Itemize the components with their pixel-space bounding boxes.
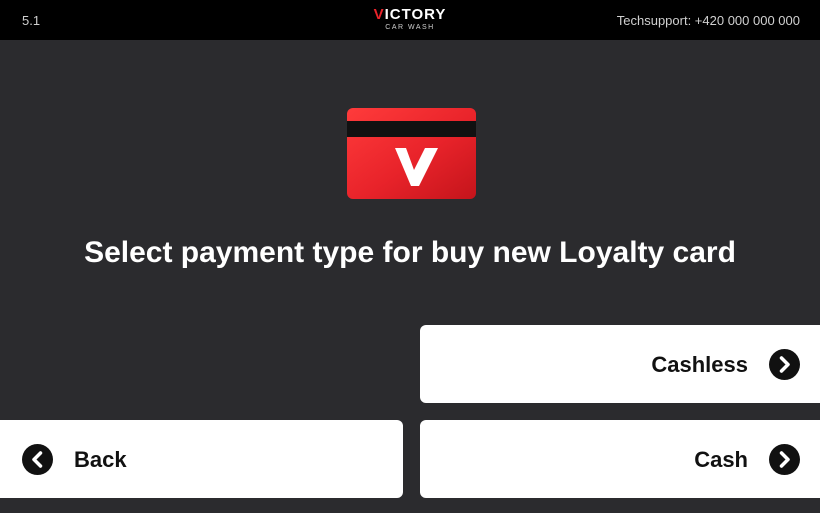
chevron-right-icon bbox=[769, 349, 800, 380]
techsupport-label: Techsupport: +420 000 000 000 bbox=[616, 13, 800, 28]
chevron-left-icon bbox=[22, 444, 53, 475]
cash-button-label: Cash bbox=[694, 447, 748, 472]
cashless-button-label: Cashless bbox=[651, 352, 748, 377]
brand-name-rest: ICTORY bbox=[384, 6, 447, 23]
cash-button[interactable]: Cash bbox=[420, 420, 820, 498]
loyalty-card-icon bbox=[347, 108, 476, 199]
back-button-label: Back bbox=[74, 447, 127, 472]
brand-name-first-letter: V bbox=[373, 6, 385, 23]
chevron-right-icon bbox=[769, 444, 800, 475]
cashless-button[interactable]: Cashless bbox=[420, 325, 820, 403]
payment-type-screen: 5.1 VICTORY CAR WASH Techsupport: +420 0… bbox=[0, 0, 820, 513]
top-bar: 5.1 VICTORY CAR WASH Techsupport: +420 0… bbox=[0, 0, 820, 40]
back-button[interactable]: Back bbox=[0, 420, 403, 498]
page-title: Select payment type for buy new Loyalty … bbox=[84, 236, 736, 269]
